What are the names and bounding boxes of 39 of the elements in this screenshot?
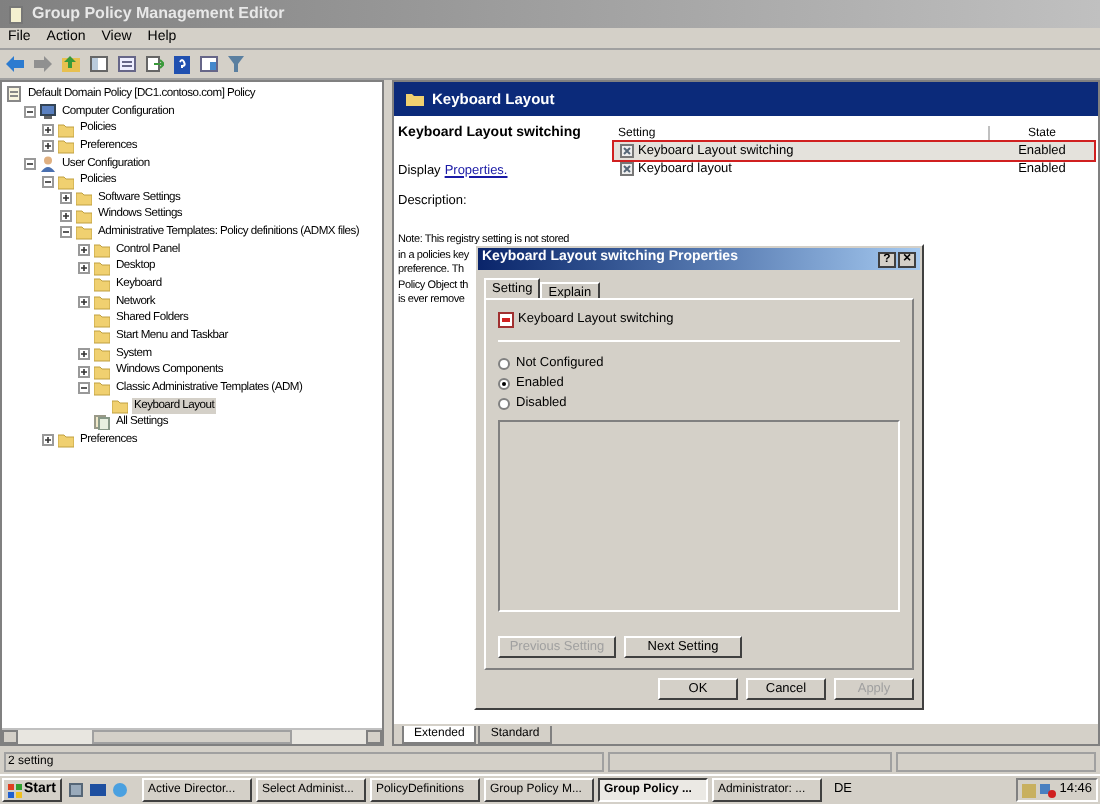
- properties-icon[interactable]: [118, 56, 136, 72]
- expand-toggle-icon[interactable]: [42, 434, 54, 447]
- network-warning-icon[interactable]: [1039, 783, 1056, 797]
- radio-button[interactable]: [498, 377, 510, 389]
- user-icon: [40, 155, 56, 172]
- computer-icon: [40, 103, 56, 120]
- expand-toggle-icon[interactable]: [42, 140, 54, 153]
- expand-toggle-icon[interactable]: [60, 192, 72, 205]
- policy-icon: [6, 86, 22, 103]
- folder-icon: [58, 432, 74, 449]
- collapse-toggle-icon[interactable]: [24, 105, 36, 118]
- policy-icon: [498, 311, 514, 327]
- window-title: Group Policy Management Editor: [32, 2, 285, 26]
- expand-toggle-icon[interactable]: [60, 209, 72, 222]
- expand-toggle-icon[interactable]: [78, 296, 90, 308]
- setting-icon: [620, 144, 634, 158]
- export-icon[interactable]: [146, 56, 164, 72]
- folder-icon: [406, 92, 424, 106]
- windows-logo-icon: [8, 783, 22, 797]
- panel-icon[interactable]: [200, 56, 218, 72]
- collapse-toggle-icon[interactable]: [24, 157, 36, 170]
- expand-toggle-icon[interactable]: [78, 365, 90, 378]
- collapse-toggle-icon[interactable]: [60, 226, 72, 239]
- filter-icon[interactable]: [228, 56, 244, 72]
- radio-button[interactable]: [498, 357, 510, 369]
- expand-toggle-icon[interactable]: [42, 123, 54, 136]
- back-arrow-icon[interactable]: [6, 56, 24, 72]
- expand-toggle-icon[interactable]: [78, 244, 90, 257]
- console-tree-icon[interactable]: [90, 56, 108, 72]
- expand-toggle-icon[interactable]: [78, 347, 90, 360]
- expand-toggle-icon[interactable]: [78, 261, 90, 274]
- collapse-toggle-icon[interactable]: [78, 382, 90, 395]
- setting-icon: [620, 162, 634, 176]
- app-icon: [8, 5, 24, 23]
- horizontal-scrollbar[interactable]: [2, 728, 382, 744]
- collapse-toggle-icon[interactable]: [42, 175, 54, 188]
- settings-icon: [94, 414, 110, 431]
- help-icon[interactable]: [174, 55, 190, 73]
- radio-button[interactable]: [498, 397, 510, 409]
